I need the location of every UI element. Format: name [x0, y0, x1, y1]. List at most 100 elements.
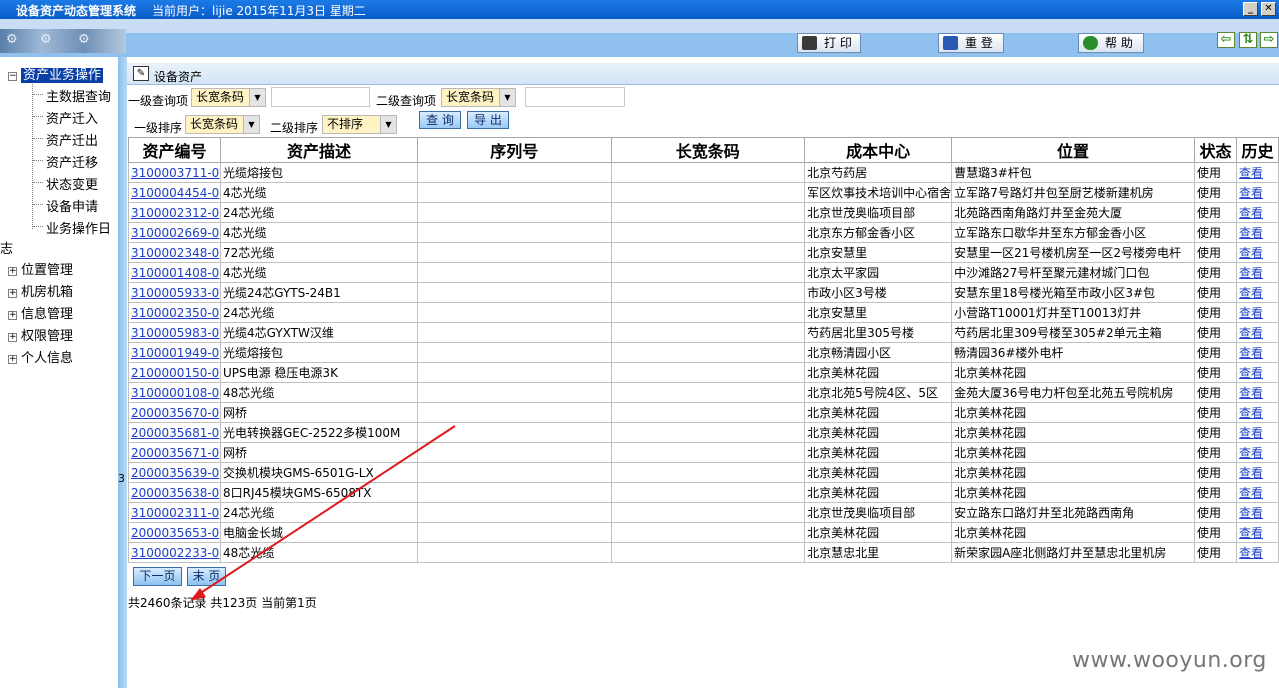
panel-title: 设备资产 — [154, 70, 203, 84]
history-view-link[interactable]: 查看 — [1239, 186, 1263, 200]
asset-id-link[interactable]: 3100005933-0 — [131, 286, 219, 300]
asset-id-link[interactable]: 2000035653-0 — [131, 526, 219, 540]
last-page-button[interactable]: 末 页 — [187, 567, 226, 586]
history-view-link[interactable]: 查看 — [1239, 386, 1263, 400]
sidebar-item-asset-in[interactable]: 资产迁入 — [46, 108, 98, 127]
history-view-link[interactable]: 查看 — [1239, 546, 1263, 560]
table-cell: 交换机模块GMS-6501G-LX — [219, 462, 418, 483]
panel-header: ✎ 设备资产 — [127, 63, 1279, 85]
sidebar-item-asset-move[interactable]: 资产迁移 — [46, 152, 98, 171]
table-cell: UPS电源 稳压电源3K — [219, 362, 418, 383]
asset-id-cell: 3100004454-0 — [128, 182, 221, 203]
forward-arrow-icon[interactable]: ⇨ — [1260, 32, 1278, 48]
history-view-link[interactable]: 查看 — [1239, 286, 1263, 300]
level1-query-input[interactable] — [271, 87, 370, 107]
print-label: 打 印 — [824, 36, 852, 50]
history-view-link[interactable]: 查看 — [1239, 466, 1263, 480]
close-icon: ✕ — [1264, 3, 1273, 14]
asset-id-link[interactable]: 3100002311-0 — [131, 506, 219, 520]
level1-sort-select[interactable]: 长宽条码 ▼ — [185, 115, 260, 134]
tree-node-room[interactable]: + 机房机箱 — [8, 281, 73, 300]
column-header[interactable]: 序列号 — [416, 137, 612, 163]
asset-id-link[interactable]: 3100004454-0 — [131, 186, 219, 200]
relogin-button[interactable]: 重 登 — [938, 33, 1004, 53]
asset-id-link[interactable]: 2000035670-0 — [131, 406, 219, 420]
asset-id-link[interactable]: 3100001949-0 — [131, 346, 219, 360]
history-view-link[interactable]: 查看 — [1239, 266, 1263, 280]
history-view-link[interactable]: 查看 — [1239, 426, 1263, 440]
minimize-button[interactable]: _ — [1243, 2, 1258, 16]
close-button[interactable]: ✕ — [1261, 2, 1276, 16]
sidebar-item-operation-log[interactable]: 业务操作日 — [46, 218, 111, 237]
expand-icon[interactable]: + — [8, 267, 17, 276]
column-header[interactable]: 资产编号 — [128, 137, 221, 163]
history-view-link[interactable]: 查看 — [1239, 226, 1263, 240]
column-header[interactable]: 资产描述 — [219, 137, 418, 163]
history-view-link[interactable]: 查看 — [1239, 166, 1263, 180]
sidebar-item-device-request[interactable]: 设备申请 — [46, 196, 98, 215]
tree-node-location[interactable]: + 位置管理 — [8, 259, 73, 278]
history-view-link[interactable]: 查看 — [1239, 486, 1263, 500]
back-arrow-icon[interactable]: ⇦ — [1217, 32, 1235, 48]
print-button[interactable]: 打 印 — [797, 33, 861, 53]
sidebar-item-master-query[interactable]: 主数据查询 — [46, 86, 111, 105]
level2-query-select[interactable]: 长宽条码 ▼ — [441, 88, 516, 107]
asset-id-link[interactable]: 2000035681-0 — [131, 426, 219, 440]
asset-id-link[interactable]: 2000035638-0 — [131, 486, 219, 500]
collapse-icon[interactable]: − — [8, 72, 17, 81]
column-header[interactable]: 状态 — [1194, 137, 1237, 163]
help-button[interactable]: 帮 助 — [1078, 33, 1144, 53]
history-view-link[interactable]: 查看 — [1239, 526, 1263, 540]
expand-icon[interactable]: + — [8, 289, 17, 298]
search-button[interactable]: 查 询 — [419, 111, 461, 129]
table-cell: 安慧东里18号楼光箱至市政小区3#包 — [951, 282, 1196, 303]
table-cell: 北京美林花园 — [951, 442, 1196, 463]
asset-id-link[interactable]: 3100002312-0 — [131, 206, 219, 220]
history-view-link[interactable]: 查看 — [1239, 206, 1263, 220]
export-button[interactable]: 导 出 — [467, 111, 509, 129]
asset-id-link[interactable]: 3100002233-0 — [131, 546, 219, 560]
level2-sort-label: 二级排序 — [270, 121, 319, 135]
level2-sort-select[interactable]: 不排序 ▼ — [322, 115, 397, 134]
level1-query-select[interactable]: 长宽条码 ▼ — [191, 88, 266, 107]
asset-id-link[interactable]: 2000035639-0 — [131, 466, 219, 480]
history-view-link[interactable]: 查看 — [1239, 506, 1263, 520]
table-cell: 北京美林花园 — [951, 362, 1196, 383]
column-header[interactable]: 成本中心 — [804, 137, 953, 163]
asset-id-link[interactable]: 3100005983-0 — [131, 326, 219, 340]
tree-node-personal[interactable]: + 个人信息 — [8, 347, 73, 366]
asset-id-link[interactable]: 2100000150-0 — [131, 366, 219, 380]
asset-id-link[interactable]: 3100001408-0 — [131, 266, 219, 280]
level2-query-input[interactable] — [525, 87, 625, 107]
expand-icon[interactable]: + — [8, 311, 17, 320]
tree-node-permission[interactable]: + 权限管理 — [8, 325, 73, 344]
expand-icon[interactable]: + — [8, 355, 17, 364]
column-header[interactable]: 位置 — [951, 137, 1196, 163]
history-view-link[interactable]: 查看 — [1239, 346, 1263, 360]
history-view-link[interactable]: 查看 — [1239, 246, 1263, 260]
history-view-link[interactable]: 查看 — [1239, 366, 1263, 380]
history-view-link[interactable]: 查看 — [1239, 326, 1263, 340]
asset-id-link[interactable]: 3100000108-0 — [131, 386, 219, 400]
asset-id-link[interactable]: 3100002348-0 — [131, 246, 219, 260]
expand-icon[interactable]: + — [8, 333, 17, 342]
history-view-link[interactable]: 查看 — [1239, 446, 1263, 460]
refresh-icon[interactable]: ⇅ — [1239, 32, 1257, 48]
tree-node-asset-operations[interactable]: − 资产业务操作 — [8, 64, 104, 83]
tree-node-info[interactable]: + 信息管理 — [8, 303, 73, 322]
asset-id-link[interactable]: 3100003711-0 — [131, 166, 219, 180]
next-page-button[interactable]: 下一页 — [133, 567, 182, 586]
column-header[interactable]: 历史 — [1235, 137, 1279, 163]
sidebar-item-status-change[interactable]: 状态变更 — [46, 174, 98, 193]
column-header[interactable]: 长宽条码 — [610, 137, 806, 163]
asset-id-link[interactable]: 2000035671-0 — [131, 446, 219, 460]
asset-id-link[interactable]: 3100002669-0 — [131, 226, 219, 240]
asset-id-link[interactable]: 3100002350-0 — [131, 306, 219, 320]
sidebar-item-asset-out[interactable]: 资产迁出 — [46, 130, 98, 149]
asset-id-cell: 2000035653-0 — [128, 522, 221, 543]
banner-image: ⚙ ⚙ ⚙ — [0, 29, 126, 53]
history-view-link[interactable]: 查看 — [1239, 306, 1263, 320]
history-view-link[interactable]: 查看 — [1239, 406, 1263, 420]
frame-splitter[interactable]: 3 — [118, 57, 127, 688]
asset-id-cell: 3100000108-0 — [128, 382, 221, 403]
